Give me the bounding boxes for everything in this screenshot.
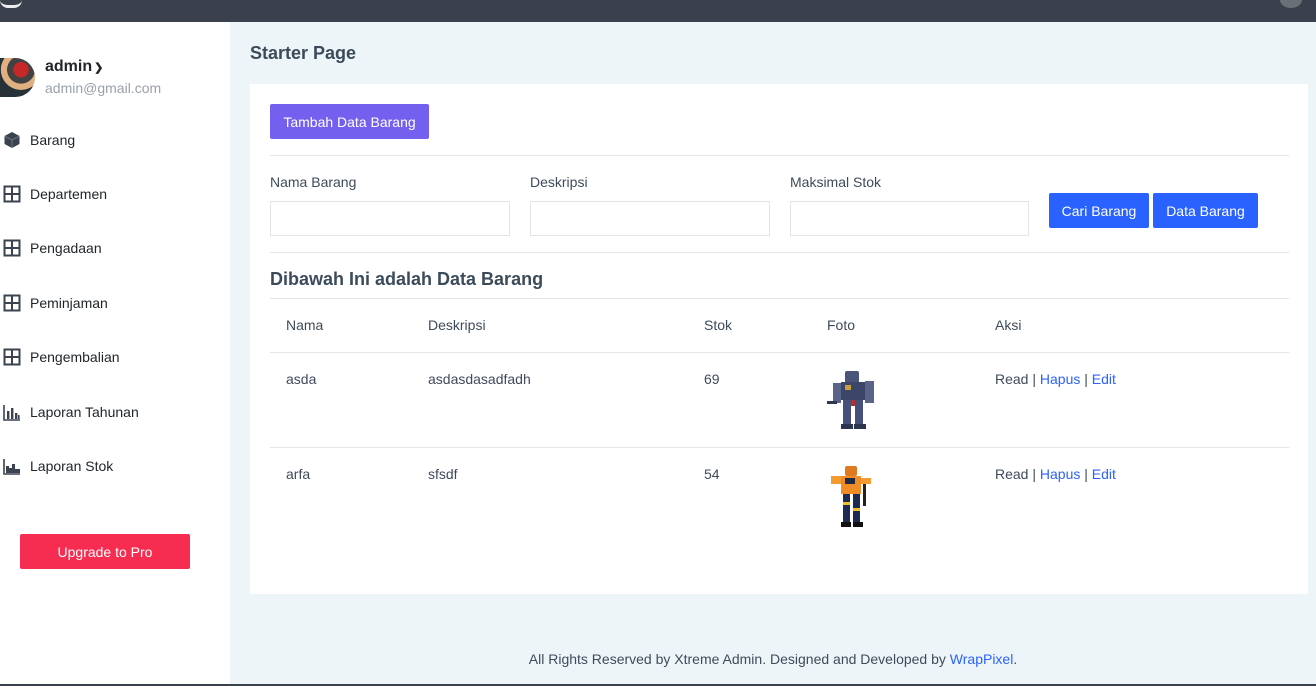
add-item-button[interactable]: Tambah Data Barang <box>270 104 429 139</box>
column-header-deskripsi: Deskripsi <box>428 317 486 333</box>
row-1-photo <box>825 367 881 431</box>
column-header-aksi: Aksi <box>995 317 1022 333</box>
divider <box>270 252 1289 253</box>
top-navbar <box>0 0 1316 22</box>
sidebar-item-label: Laporan Stok <box>30 458 114 474</box>
user-email: admin@gmail.com <box>45 80 162 96</box>
row-1-deskripsi: asdasdasadfadh <box>428 371 531 387</box>
hapus-link[interactable]: Hapus <box>1040 466 1080 482</box>
user-name[interactable]: admin ❯ <box>45 58 103 76</box>
page-title: Starter Page <box>250 43 357 63</box>
bar-chart-icon <box>3 403 25 421</box>
nama-barang-input[interactable] <box>270 201 510 236</box>
chevron-down-icon[interactable]: ❯ <box>94 62 103 74</box>
sidebar-item-label: Laporan Tahunan <box>30 404 139 420</box>
grid-icon <box>3 239 25 257</box>
row-2-deskripsi: sfsdf <box>428 466 458 482</box>
hapus-link[interactable]: Hapus <box>1040 371 1080 387</box>
maksimal-stok-label: Maksimal Stok <box>790 174 882 190</box>
sidebar-item-label: Pengembalian <box>30 349 120 365</box>
cube-icon <box>3 131 25 149</box>
nama-barang-label: Nama Barang <box>270 174 357 190</box>
sidebar-item-label: Departemen <box>30 186 108 202</box>
logo-icon[interactable] <box>0 0 22 8</box>
sidebar-item-pengadaan[interactable]: Pengadaan <box>0 233 230 263</box>
row-1-nama: asda <box>286 371 317 387</box>
column-header-stok: Stok <box>704 317 733 333</box>
table-header-divider <box>270 352 1289 353</box>
deskripsi-label: Deskripsi <box>530 174 588 190</box>
separator: | <box>1084 371 1088 387</box>
sidebar-item-laporan-stok[interactable]: Laporan Stok <box>0 451 230 481</box>
deskripsi-input[interactable] <box>530 201 770 236</box>
maksimal-stok-input[interactable] <box>790 201 1029 236</box>
row-2-actions: Read | Hapus | Edit <box>995 466 1116 482</box>
row-2-photo <box>823 462 879 527</box>
table-row-divider <box>270 447 1289 448</box>
row-2-stok: 54 <box>704 466 720 482</box>
grid-icon <box>3 294 25 312</box>
row-1-stok: 69 <box>704 371 720 387</box>
row-2-nama: arfa <box>286 466 311 482</box>
read-link[interactable]: Read <box>995 371 1028 387</box>
sidebar-item-barang[interactable]: Barang <box>0 125 230 155</box>
sidebar-item-pengembalian[interactable]: Pengembalian <box>0 342 230 372</box>
edit-link[interactable]: Edit <box>1092 371 1116 387</box>
sidebar-item-label: Pengadaan <box>30 240 102 256</box>
divider <box>270 155 1289 156</box>
grid-icon <box>3 348 25 366</box>
data-barang-button[interactable]: Data Barang <box>1153 193 1258 228</box>
footer-end: . <box>1013 651 1018 667</box>
column-header-nama: Nama <box>286 317 324 333</box>
footer: All Rights Reserved by Xtreme Admin. Des… <box>230 651 1316 667</box>
sidebar-item-label: Barang <box>30 132 76 148</box>
edit-link[interactable]: Edit <box>1092 466 1116 482</box>
sidebar-item-laporan-tahunan[interactable]: Laporan Tahunan <box>0 397 230 427</box>
avatar[interactable] <box>0 58 35 97</box>
profile-avatar-icon[interactable] <box>1280 0 1302 8</box>
read-link[interactable]: Read <box>995 466 1028 482</box>
footer-text: All Rights Reserved by Xtreme Admin. Des… <box>528 651 950 667</box>
divider <box>270 298 1289 299</box>
separator: | <box>1084 466 1088 482</box>
upgrade-to-pro-button[interactable]: Upgrade to Pro <box>20 534 190 569</box>
sidebar-item-departemen[interactable]: Departemen <box>0 179 230 209</box>
user-profile[interactable]: admin ❯ admin@gmail.com <box>0 56 230 100</box>
section-title: Dibawah Ini adalah Data Barang <box>270 269 544 289</box>
separator: | <box>1032 371 1036 387</box>
wrappixel-link[interactable]: WrapPixel <box>950 651 1014 667</box>
grid-icon <box>3 185 25 203</box>
column-header-foto: Foto <box>827 317 856 333</box>
user-name-text: admin <box>45 58 93 75</box>
sidebar-item-label: Peminjaman <box>30 295 108 311</box>
sidebar-item-peminjaman[interactable]: Peminjaman <box>0 288 230 318</box>
sidebar: admin ❯ admin@gmail.com Barang Departemen… <box>0 22 230 686</box>
content-card: Tambah Data Barang Nama Barang Deskripsi… <box>250 84 1308 594</box>
row-1-actions: Read | Hapus | Edit <box>995 371 1116 387</box>
area-chart-icon <box>3 457 25 475</box>
search-button[interactable]: Cari Barang <box>1049 193 1149 228</box>
separator: | <box>1032 466 1036 482</box>
